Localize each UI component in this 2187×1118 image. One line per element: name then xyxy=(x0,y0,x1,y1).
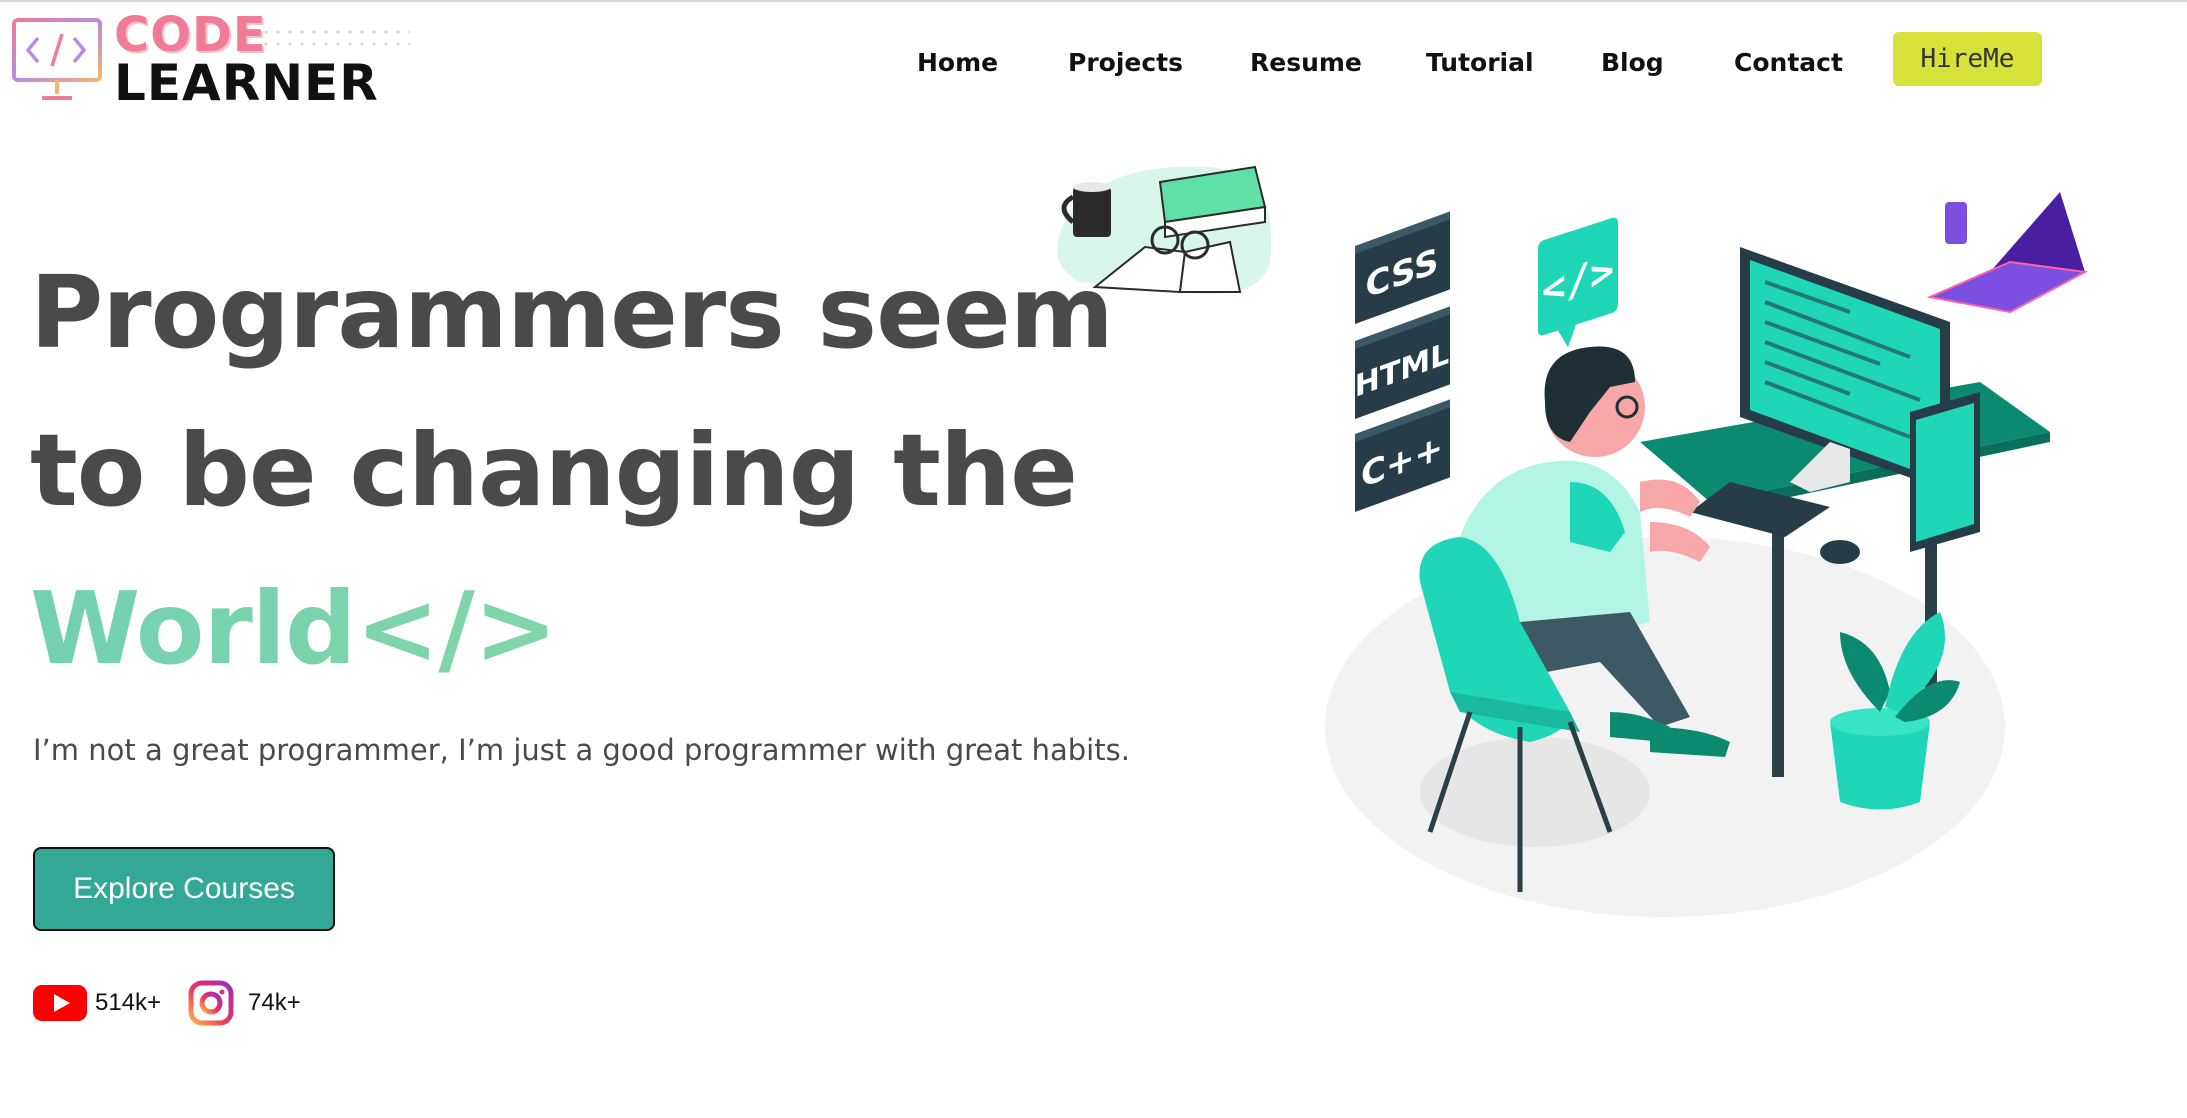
hero-title-line-1: Programmers seem xyxy=(30,254,1114,371)
code-bubble: </> xyxy=(1538,217,1618,348)
tile-css: CSS xyxy=(1355,211,1450,324)
tile-cpp: C++ xyxy=(1355,399,1450,512)
nav-home[interactable]: Home xyxy=(917,48,998,77)
hero-title-line-3: World</> xyxy=(30,550,1090,708)
tile-html: HTML xyxy=(1355,306,1450,419)
books-decoration xyxy=(1057,165,1272,294)
explore-courses-button[interactable]: Explore Courses xyxy=(33,847,335,931)
hero-tagline: I’m not a great programmer, I’m just a g… xyxy=(33,733,1130,767)
nav-tutorial[interactable]: Tutorial xyxy=(1426,48,1534,77)
hire-me-button[interactable]: HireMe xyxy=(1893,32,2042,86)
programmer-illustration: CSS HTML C++ </> xyxy=(1057,165,2089,917)
hero-title: Programmers seem to be changing the Worl… xyxy=(30,234,1114,708)
nav-resume[interactable]: Resume xyxy=(1250,48,1362,77)
nav-blog[interactable]: Blog xyxy=(1601,48,1664,77)
mouse xyxy=(1820,540,1860,564)
instagram-count: 74k+ xyxy=(248,989,301,1016)
youtube-stat[interactable]: 514k+ xyxy=(33,977,161,1029)
instagram-stat[interactable]: 74k+ xyxy=(188,977,301,1029)
main-nav: Home Projects Resume Tutorial Blog Conta… xyxy=(0,32,2187,92)
nav-projects[interactable]: Projects xyxy=(1068,48,1183,77)
youtube-count: 514k+ xyxy=(95,989,162,1016)
instagram-icon xyxy=(188,980,234,1026)
hero-title-line-2: to be changing the xyxy=(30,412,1078,529)
youtube-icon xyxy=(33,985,87,1021)
laptop-decoration xyxy=(1926,192,2089,314)
nav-contact[interactable]: Contact xyxy=(1734,48,1843,77)
